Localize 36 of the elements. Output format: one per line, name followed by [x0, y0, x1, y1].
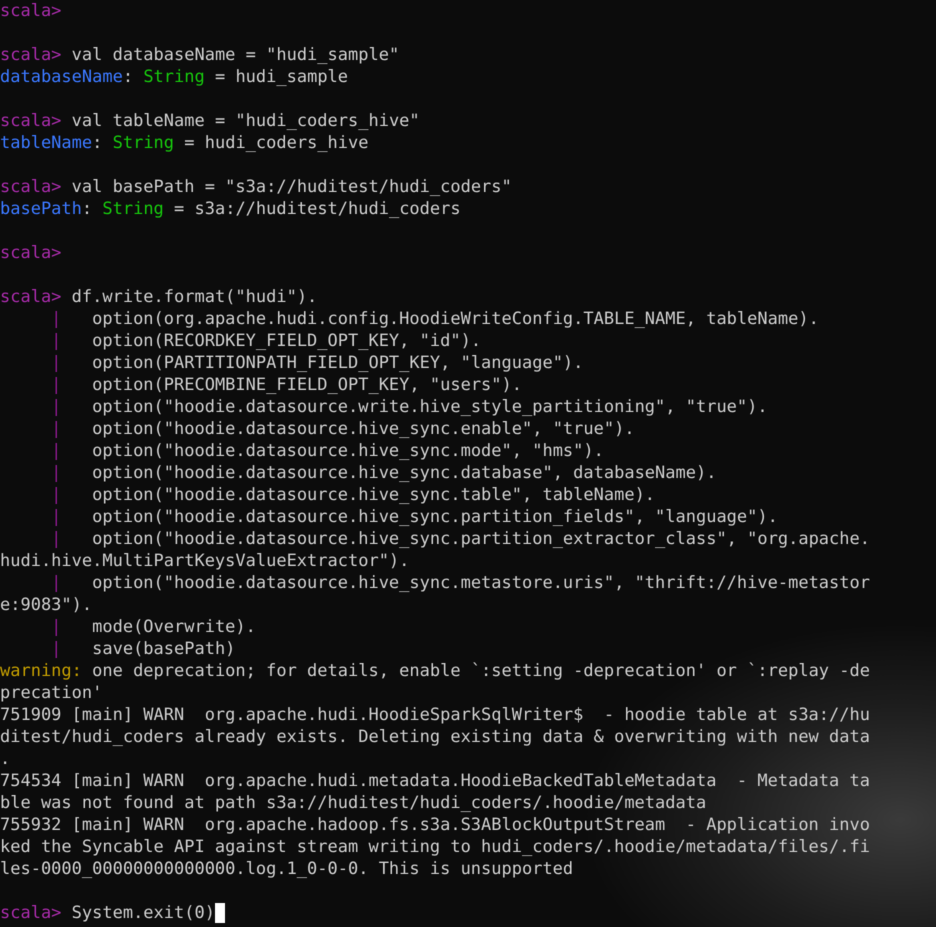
terminal-line: | option("hoodie.datasource.hive_sync.table", tableName).	[50, 484, 656, 506]
terminal-line: scala> df.write.format("hudi").	[0, 286, 318, 308]
terminal-line: scala> System.exit(0)	[0, 902, 215, 924]
terminal-line: | option(PRECOMBINE_FIELD_OPT_KEY, "users").	[50, 374, 522, 396]
terminal-line: | save(basePath)	[50, 638, 236, 660]
terminal-line: | option("hoodie.datasource.hive_sync.mode", "hms").	[50, 440, 604, 462]
terminal-line: | option(PARTITIONPATH_FIELD_OPT_KEY, "language").	[50, 352, 584, 374]
terminal-line: scala>	[0, 242, 62, 264]
terminal-line: scala>	[0, 0, 62, 22]
terminal-line: databaseName: String = hudi_sample	[0, 66, 348, 88]
terminal-line: scala> val databaseName = "hudi_sample"	[0, 44, 400, 66]
terminal-line: | option("hoodie.datasource.hive_sync.database", databaseName).	[50, 462, 716, 484]
terminal-line: | option("hoodie.datasource.hive_sync.enable", "true").	[50, 418, 635, 440]
terminal-line: scala> val basePath = "s3a://huditest/hudi_coders"	[0, 176, 512, 198]
terminal-line: precation'	[0, 682, 102, 704]
terminal-line: e:9083").	[0, 594, 92, 616]
terminal-line: 754534 [main] WARN org.apache.hudi.metadata.HoodieBackedTableMetadata - Metadata ta	[0, 770, 870, 792]
terminal-line: tableName: String = hudi_coders_hive	[0, 132, 368, 154]
terminal-line: ditest/hudi_coders already exists. Deleting existing data & overwriting with new data	[0, 726, 870, 748]
terminal-line: basePath: String = s3a://huditest/hudi_coders	[0, 198, 461, 220]
terminal-line: | mode(Overwrite).	[50, 616, 256, 638]
terminal-line: ked the Syncable API against stream writing to hudi_coders/.hoodie/metadata/files/.fi	[0, 836, 870, 858]
terminal-line: 755932 [main] WARN org.apache.hadoop.fs.s3a.S3ABlockOutputStream - Application invo	[0, 814, 870, 836]
terminal-line: | option("hoodie.datasource.hive_sync.partition_extractor_class", "org.apache.	[50, 528, 870, 550]
terminal-line: les-0000_00000000000000.log.1_0-0-0. This is unsupported	[0, 858, 574, 880]
terminal-line: scala> val tableName = "hudi_coders_hive"	[0, 110, 420, 132]
terminal-line: | option("hoodie.datasource.hive_sync.partition_fields", "language").	[50, 506, 778, 528]
terminal-line: | option(RECORDKEY_FIELD_OPT_KEY, "id").	[50, 330, 482, 352]
terminal-line: .	[0, 748, 10, 770]
terminal-line: 751909 [main] WARN org.apache.hudi.HoodieSparkSqlWriter$ - hoodie table at s3a://hu	[0, 704, 870, 726]
terminal-line: ble was not found at path s3a://huditest/hudi_coders/.hoodie/metadata	[0, 792, 706, 814]
terminal-line: warning: one deprecation; for details, enable `:setting -deprecation' or `:replay -de	[0, 660, 870, 682]
terminal-line: | option("hoodie.datasource.hive_sync.metastore.uris", "thrift://hive-metastor	[50, 572, 870, 594]
terminal-line: | option(org.apache.hudi.config.HoodieWriteConfig.TABLE_NAME, tableName).	[50, 308, 819, 330]
terminal-line: | option("hoodie.datasource.write.hive_style_partitioning", "true").	[50, 396, 768, 418]
terminal-line: hudi.hive.MultiPartKeysValueExtractor").	[0, 550, 410, 572]
